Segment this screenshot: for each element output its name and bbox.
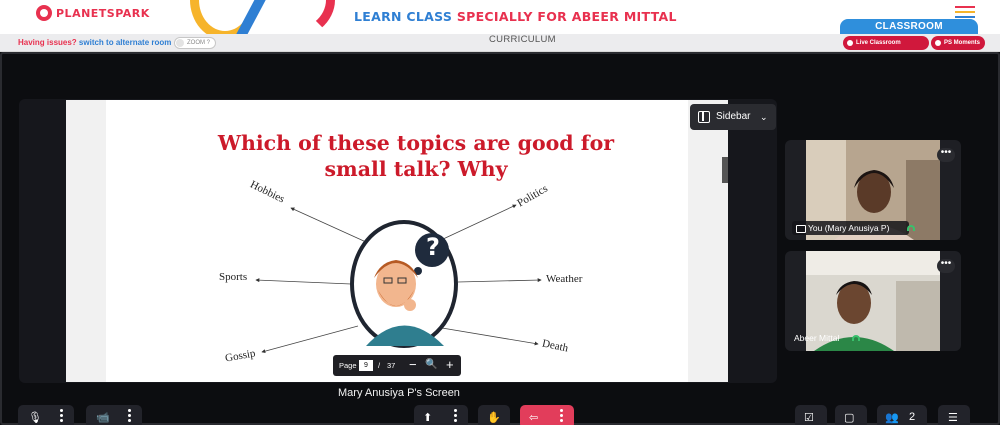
issue-label: Having issues? <box>18 38 77 47</box>
logo-text: PLANETSPARK <box>56 6 150 20</box>
page-number-input[interactable]: 9 <box>359 360 373 371</box>
page-separator: / <box>378 361 381 370</box>
page-total: 37 <box>387 361 396 370</box>
screen-share-label: Mary Anusiya P's Screen <box>338 387 460 399</box>
hamburger-menu-icon[interactable] <box>955 6 975 20</box>
leave-options-icon[interactable] <box>560 409 563 424</box>
topic-sports: Sports <box>219 271 248 283</box>
issue-text: Having issues? switch to alternate room <box>18 38 171 47</box>
slide-scrollbar[interactable] <box>722 157 728 183</box>
share-options-icon[interactable] <box>454 409 457 424</box>
arrow-gossip <box>261 325 359 354</box>
sidebar-toggle-button[interactable]: Sidebar ⌄ <box>690 104 776 130</box>
zoom-toggle[interactable]: ZOOM ? <box>174 37 216 49</box>
participant-menu-self[interactable]: ••• <box>937 148 955 162</box>
share-screen-button[interactable]: ⬆ <box>414 405 468 425</box>
topic-weather: Weather <box>546 273 583 285</box>
chat-button[interactable]: ▢ <box>835 405 867 425</box>
participant-menu-student[interactable]: ••• <box>937 259 955 273</box>
raise-hand-button[interactable]: ✋ <box>478 405 510 425</box>
checkbox-icon: ☑ <box>804 412 814 424</box>
page-label: Page <box>339 361 357 370</box>
microphone-icon: 🎙 <box>28 412 42 424</box>
leave-button[interactable]: ⇦ <box>520 405 574 425</box>
microphone-button[interactable]: 🎙 <box>18 405 74 425</box>
slide-title: Which of these topics are good for small… <box>217 131 615 181</box>
participant-name-self: You (Mary Anusiya P) <box>792 221 910 235</box>
banner-title-part1: LEARN CLASS <box>354 9 457 24</box>
arrow-sports <box>255 278 352 285</box>
banner-title-part2: SPECIALLY FOR ABEER MITTAL <box>456 9 677 24</box>
arrow-hobbies <box>290 207 367 243</box>
sidebar-icon <box>698 111 710 123</box>
connection-icon-self <box>907 225 915 231</box>
logo-icon <box>36 5 52 21</box>
raise-hand-icon: ✋ <box>487 412 501 424</box>
ps-moments-button[interactable]: PS Moments <box>931 36 985 50</box>
classroom-tab[interactable]: CLASSROOM <box>840 19 978 35</box>
zoom-out-button[interactable]: − <box>409 357 417 372</box>
arrow-weather <box>457 278 542 283</box>
chevron-down-icon: ⌄ <box>760 112 768 122</box>
switch-room-link[interactable]: switch to alternate room <box>79 38 171 47</box>
camera-options-icon[interactable] <box>128 409 131 424</box>
planetspark-logo: PLANETSPARK <box>36 5 150 21</box>
mic-options-icon[interactable] <box>60 409 63 424</box>
participants-button[interactable]: 👥 2 <box>877 405 927 425</box>
people-icon: 👥 <box>885 412 899 424</box>
curriculum-tab[interactable]: CURRICULUM <box>489 34 556 45</box>
menu-icon: ☰ <box>948 412 958 424</box>
page-navigator: Page 9 / 37 − 🔍 + <box>333 355 461 376</box>
top-banner: PLANETSPARK LEARN CLASS SPECIALLY FOR AB… <box>0 0 1000 40</box>
shared-slide: Which of these topics are good for small… <box>66 100 728 382</box>
participants-count: 2 <box>909 411 916 423</box>
camera-icon: 📹 <box>96 412 110 424</box>
arrow-politics <box>440 204 517 241</box>
classroom-toolbar: Having issues? switch to alternate room … <box>0 34 1000 60</box>
live-support-button[interactable]: Live Classroom Support <box>843 36 929 60</box>
zoom-icon[interactable]: 🔍 <box>425 359 437 370</box>
connection-icon-student <box>852 335 860 341</box>
camera-button[interactable]: 📹 <box>86 405 142 425</box>
zoom-in-button[interactable]: + <box>446 357 454 372</box>
banner-title: LEARN CLASS SPECIALLY FOR ABEER MITTAL <box>354 9 677 24</box>
share-screen-icon: ⬆ <box>423 412 433 424</box>
toggle-knob <box>176 39 184 47</box>
sidebar-label: Sidebar <box>716 111 751 122</box>
tasks-button[interactable]: ☑ <box>795 405 827 425</box>
more-menu-button[interactable]: ☰ <box>938 405 970 425</box>
thought-question-mark: ? <box>426 233 440 261</box>
participant-name-student: Abeer Mittal <box>794 333 840 343</box>
leave-icon: ⇦ <box>529 412 539 424</box>
toggle-label: ZOOM ? <box>187 40 211 46</box>
arrow-death <box>441 327 539 346</box>
chat-icon: ▢ <box>844 412 855 424</box>
